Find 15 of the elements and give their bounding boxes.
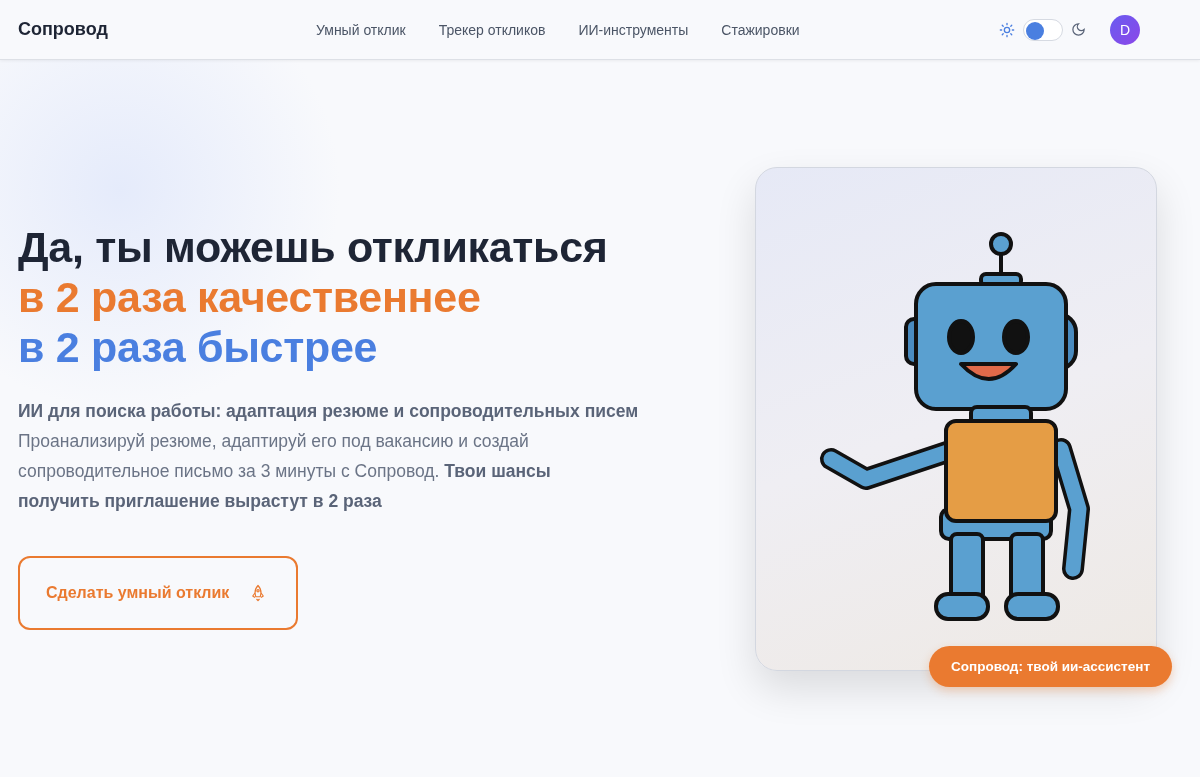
sun-icon xyxy=(999,21,1015,38)
nav-link[interactable]: ИИ-инструменты xyxy=(578,21,689,38)
headline: в 2 раза качественнее xyxy=(18,272,482,322)
theme-toggle[interactable] xyxy=(1023,18,1063,41)
headline: в 2 раза быстрее xyxy=(18,322,379,372)
nav-link[interactable]: Трекер откликов xyxy=(438,21,546,38)
nav-link[interactable]: Умный отклик xyxy=(316,21,406,38)
headline: Да, ты можешь откликаться xyxy=(18,222,609,272)
subtitle: ИИ для поиска работы: адаптация резюме и сопроводительных писем xyxy=(18,400,640,423)
description: Проанализируй резюме, адаптируй его под вакансию и создай сопроводительное письмо за 3 минуты с Сопровод. Твои шансы получить приглашение вырастут в 2 раза xyxy=(18,430,552,513)
nav-link[interactable]: Стажировки xyxy=(721,21,800,38)
logo[interactable]: Сопровод xyxy=(18,19,316,40)
user-avatar[interactable]: D xyxy=(1110,14,1140,45)
moon-icon xyxy=(1071,22,1086,37)
assistant-badge: Сопровод: твой ии-ассистент xyxy=(929,646,1172,687)
